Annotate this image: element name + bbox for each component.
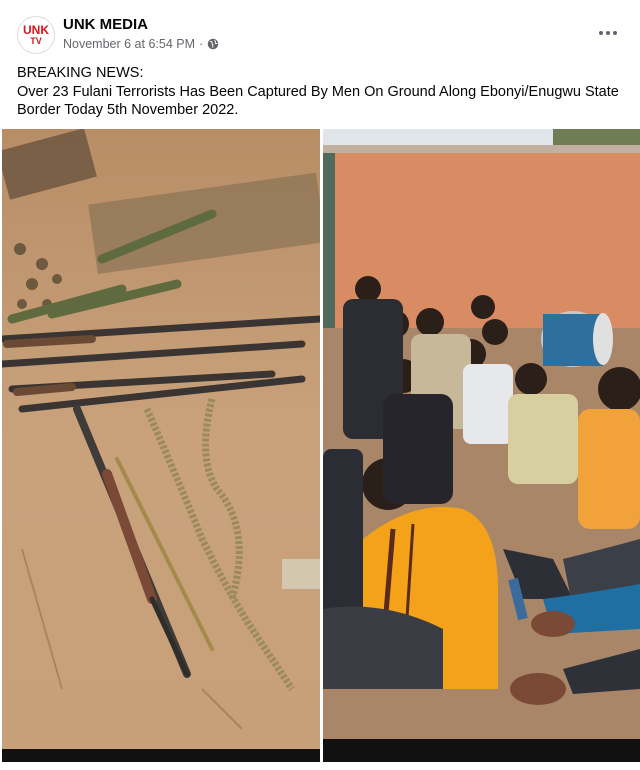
post-text-line-2: Over 23 Fulani Terrorists Has Been Captu…	[17, 83, 619, 119]
weapons-photo-illustration	[2, 129, 320, 749]
post-timestamp[interactable]: November 6 at 6:54 PM	[63, 37, 195, 51]
page-name-link[interactable]: UNK MEDIA	[63, 16, 148, 33]
seated-suspects-photo[interactable]	[323, 129, 640, 749]
page-avatar[interactable]: UNK TV	[17, 16, 55, 54]
post-meta: November 6 at 6:54 PM ·	[63, 37, 219, 51]
globe-icon[interactable]	[207, 38, 219, 50]
photo-right-bottom-bar	[323, 739, 640, 762]
photo-grid	[0, 129, 640, 770]
more-options-dot	[613, 31, 617, 35]
post-header: UNK TV UNK MEDIA November 6 at 6:54 PM ·	[0, 0, 640, 60]
photo-left-bottom-bar	[2, 749, 320, 762]
post-text-line-1: BREAKING NEWS:	[17, 65, 144, 81]
more-options-button[interactable]	[591, 20, 625, 46]
avatar-logo-text: UNK	[23, 23, 49, 37]
recovered-weapons-photo[interactable]	[2, 129, 320, 749]
more-options-icon	[599, 31, 603, 35]
post-body-text: BREAKING NEWS: Over 23 Fulani Terrorists…	[17, 64, 627, 120]
meta-separator: ·	[199, 37, 204, 51]
avatar-logo-subtext: TV	[30, 36, 42, 46]
more-options-dot	[606, 31, 610, 35]
suspects-photo-illustration	[323, 129, 640, 739]
